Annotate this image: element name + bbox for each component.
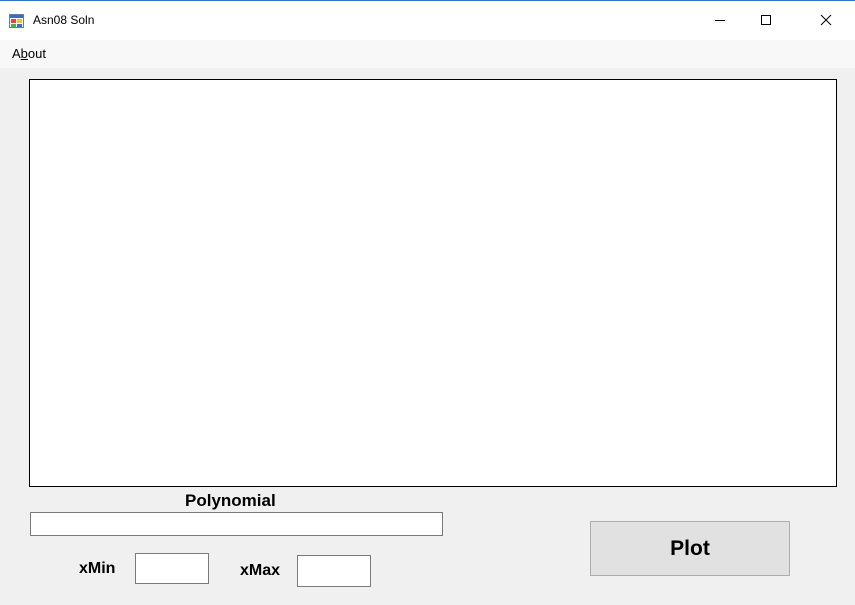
menu-item-about-mnemonic: b bbox=[20, 46, 28, 61]
menu-item-about-prefix: A bbox=[12, 46, 21, 61]
close-button[interactable] bbox=[797, 0, 855, 40]
maximize-button[interactable] bbox=[743, 0, 789, 40]
app-window: Asn08 Soln About Polynomial xMin xMax Pl… bbox=[0, 0, 855, 605]
minimize-button[interactable] bbox=[697, 0, 743, 40]
plot-button[interactable]: Plot bbox=[590, 521, 790, 576]
polynomial-input[interactable] bbox=[30, 512, 443, 536]
xmin-label: xMin bbox=[79, 560, 116, 577]
polynomial-label: Polynomial bbox=[185, 491, 276, 510]
xmax-input[interactable] bbox=[297, 555, 371, 587]
title-bar[interactable]: Asn08 Soln bbox=[0, 0, 855, 40]
xmin-input[interactable] bbox=[135, 553, 209, 584]
close-icon bbox=[820, 14, 832, 26]
plot-canvas[interactable] bbox=[29, 79, 837, 487]
menu-bar: About bbox=[0, 40, 855, 68]
menu-item-about-suffix: out bbox=[27, 46, 46, 61]
xmax-label: xMax bbox=[240, 562, 281, 579]
menu-item-about[interactable]: About bbox=[10, 46, 48, 61]
window-title: Asn08 Soln bbox=[33, 13, 95, 27]
minimize-icon bbox=[715, 20, 725, 21]
app-icon bbox=[9, 14, 24, 28]
maximize-icon bbox=[761, 15, 771, 25]
